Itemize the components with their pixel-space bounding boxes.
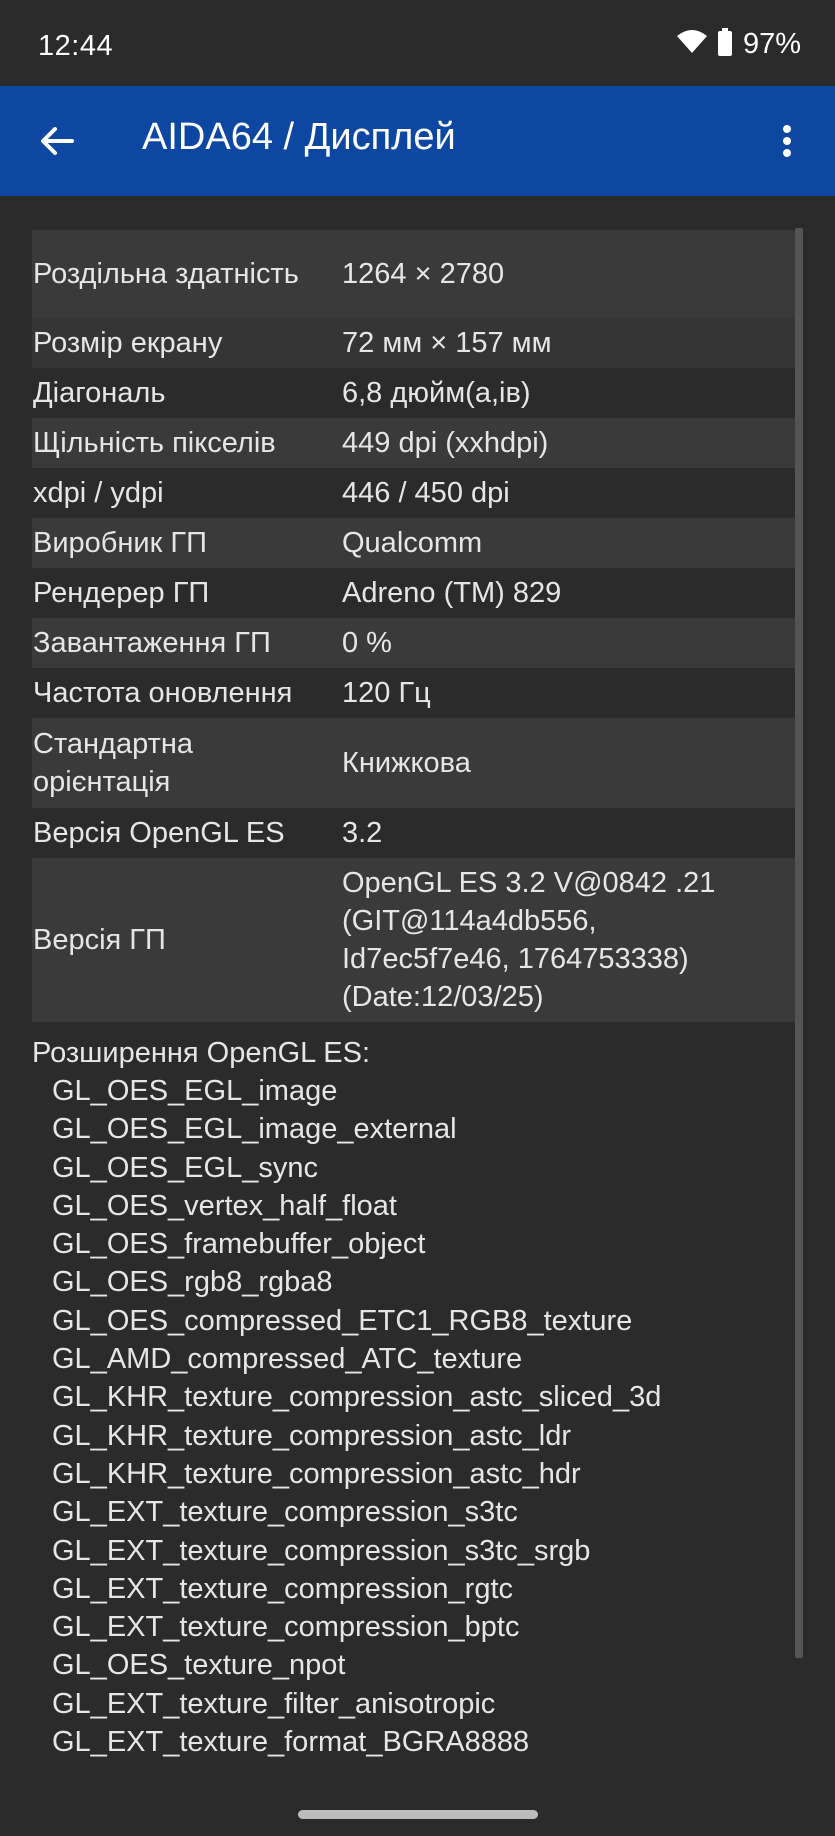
wifi-icon — [676, 30, 707, 59]
row-diagonal: Діагональ 6,8 дюйм(а,ів) — [32, 368, 803, 418]
row-key: Частота оновлення — [33, 677, 293, 709]
status-icons: 97% — [676, 28, 801, 61]
status-time: 12:44 — [38, 30, 114, 62]
row-value: 3.2 — [342, 817, 383, 849]
row-value: Книжкова — [342, 747, 471, 779]
list-item: GL_OES_EGL_image_external — [52, 1113, 457, 1146]
row-gpu-renderer: Рендерер ГП Adreno (TM) 829 — [32, 568, 803, 618]
status-bar: 12:44 97% — [0, 0, 835, 86]
row-key: Діагональ — [33, 377, 166, 409]
app-bar: AIDA64 / Дисплей — [0, 86, 835, 196]
row-value: 120 Гц — [342, 677, 431, 709]
row-value: 1264 × 2780 — [342, 258, 505, 290]
row-key: Розмір екрану — [33, 327, 223, 359]
row-resolution: Роздільна здатність 1264 × 2780 — [32, 230, 803, 318]
list-item: GL_EXT_texture_compression_s3tc_srgb — [52, 1534, 591, 1567]
row-key: Виробник ГП — [33, 527, 207, 559]
list-item: GL_EXT_texture_compression_s3tc — [52, 1496, 518, 1529]
list-item: GL_AMD_compressed_ATC_texture — [52, 1343, 523, 1376]
battery-percent: 97% — [742, 28, 801, 60]
row-value: Qualcomm — [342, 527, 483, 559]
row-value: OpenGL ES 3.2 V@0842 .21 (GIT@114a4db556… — [342, 867, 716, 1013]
row-value: 449 dpi (xxhdpi) — [342, 427, 549, 459]
gesture-nav-handle[interactable] — [298, 1810, 538, 1819]
row-key: Стандартна орієнтація — [33, 728, 194, 798]
row-opengl-es-version: Версія OpenGL ES 3.2 — [32, 808, 803, 858]
row-key: Роздільна здатність — [33, 258, 299, 290]
list-item: GL_OES_EGL_image — [52, 1075, 338, 1107]
list-item: GL_EXT_texture_compression_rgtc — [52, 1572, 513, 1605]
list-item: GL_KHR_texture_compression_astc_hdr — [52, 1457, 581, 1490]
row-xdpi-ydpi: xdpi / ydpi 446 / 450 dpi — [32, 468, 803, 518]
arrow-left-icon — [41, 127, 74, 155]
row-value: 6,8 дюйм(а,ів) — [342, 377, 531, 409]
row-default-orientation: Стандартна орієнтація Книжкова — [32, 718, 803, 808]
list-item: GL_OES_vertex_half_float — [52, 1189, 397, 1222]
row-key: Версія ГП — [33, 924, 166, 956]
list-item: GL_EXT_texture_format_BGRA8888 — [52, 1726, 530, 1759]
row-key: Щільність пікселів — [33, 427, 276, 459]
list-item: GL_OES_rgb8_rgba8 — [52, 1266, 333, 1299]
back-button[interactable] — [28, 112, 86, 170]
row-screen-size: Розмір екрану 72 мм × 157 мм — [32, 318, 803, 368]
row-gpu-load: Завантаження ГП 0 % — [32, 618, 803, 668]
row-value: 446 / 450 dpi — [342, 477, 510, 509]
row-pixel-density: Щільність пікселів 449 dpi (xxhdpi) — [32, 418, 803, 468]
list-item: GL_EXT_texture_filter_anisotropic — [52, 1687, 496, 1720]
row-value: Adreno (TM) 829 — [342, 577, 562, 609]
list-item: GL_OES_compressed_ETC1_RGB8_texture — [52, 1304, 633, 1337]
row-value: 72 мм × 157 мм — [342, 327, 552, 359]
row-gpu-vendor: Виробник ГП Qualcomm — [32, 518, 803, 568]
row-gpu-version: Версія ГП OpenGL ES 3.2 V@0842 .21 (GIT@… — [32, 858, 803, 1022]
list-item: GL_OES_texture_npot — [52, 1649, 346, 1682]
list-item: GL_EXT_texture_compression_bptc — [52, 1611, 520, 1644]
list-item: GL_OES_EGL_sync — [52, 1151, 318, 1184]
display-info-list[interactable]: Роздільна здатність 1264 × 2780 Розмір е… — [32, 230, 803, 1761]
list-item: GL_KHR_texture_compression_astc_ldr — [52, 1419, 572, 1452]
extensions-list: GL_OES_EGL_image GL_OES_EGL_image_extern… — [32, 1072, 803, 1761]
row-key: Завантаження ГП — [33, 627, 271, 659]
page-title: AIDA64 / Дисплей — [142, 116, 456, 158]
row-refresh-rate: Частота оновлення 120 Гц — [32, 668, 803, 718]
battery-icon — [717, 28, 733, 61]
scrollbar[interactable] — [795, 228, 803, 1658]
more-vert-icon — [783, 125, 791, 157]
row-key: Версія OpenGL ES — [33, 817, 285, 849]
list-item: GL_OES_framebuffer_object — [52, 1228, 426, 1261]
row-key: xdpi / ydpi — [33, 477, 164, 509]
overflow-menu-button[interactable] — [767, 112, 807, 170]
row-key: Рендерер ГП — [33, 577, 210, 609]
list-item: GL_KHR_texture_compression_astc_sliced_3… — [52, 1381, 662, 1414]
extensions-title: Розширення OpenGL ES: — [32, 1037, 371, 1069]
row-value: 0 % — [342, 627, 392, 659]
